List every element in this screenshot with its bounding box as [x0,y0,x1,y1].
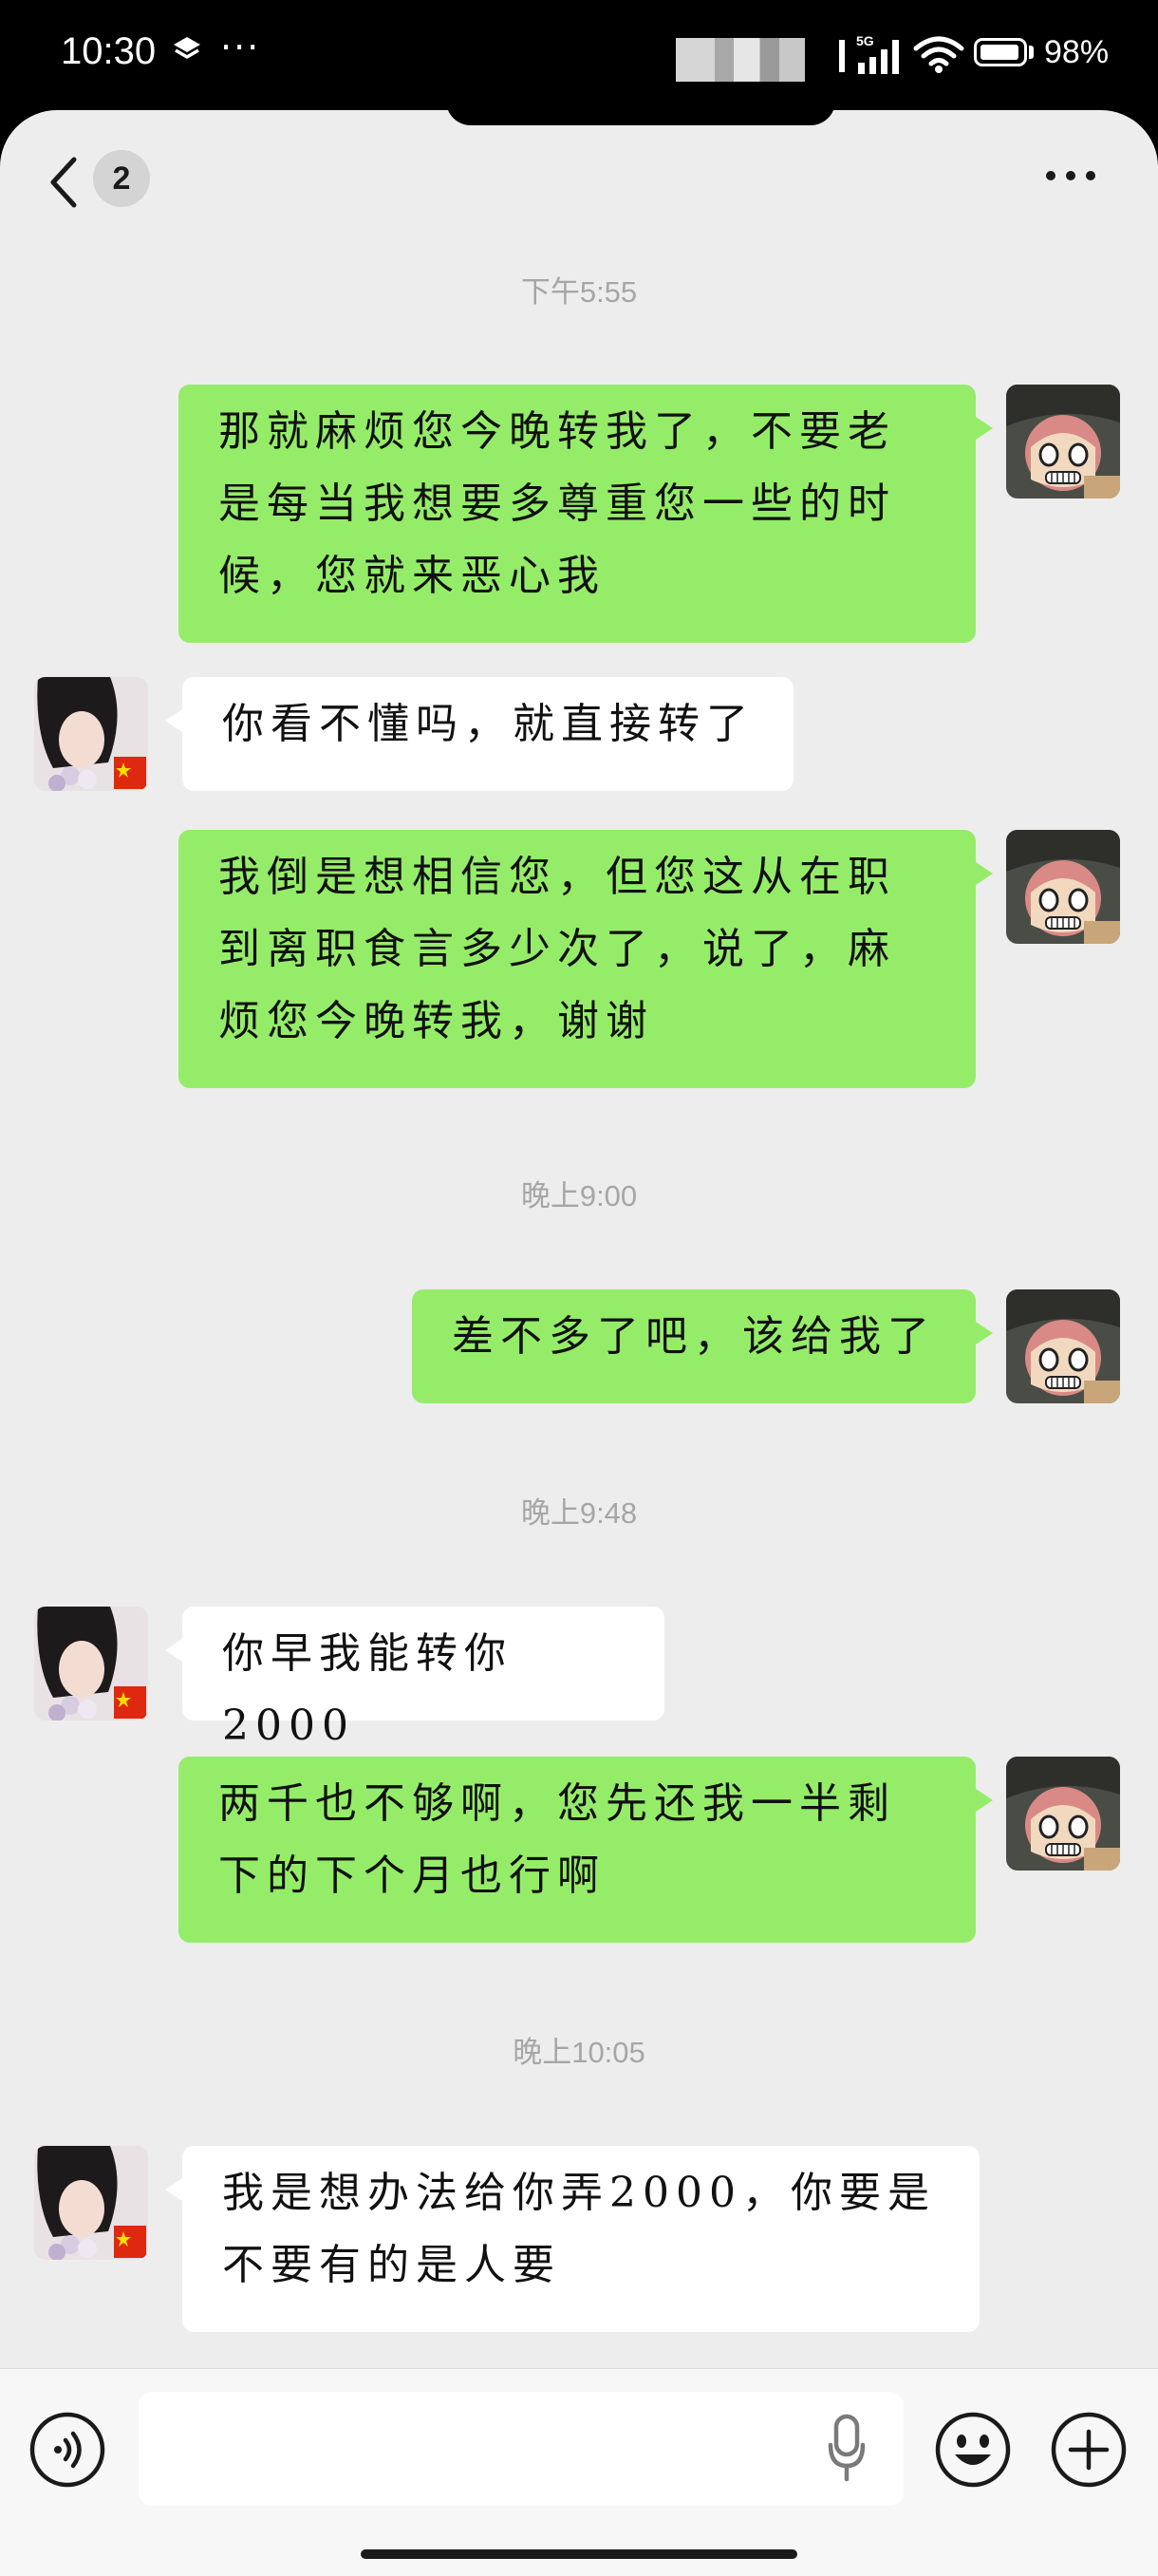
more-notifications-icon: ··· [220,27,261,68]
contact-avatar[interactable] [34,677,148,791]
signal-5g-icon: 5G [856,33,899,74]
contact-avatar[interactable] [34,2146,148,2260]
signal-icon [839,40,845,72]
timestamp: 晚上10:05 [513,2036,645,2069]
sent-message-bubble[interactable]: 差不多了吧，该给我了 [412,1289,993,1403]
my-avatar[interactable] [1006,385,1120,498]
layers-icon [174,37,200,59]
home-indicator[interactable] [361,2549,797,2559]
chat-header: 2 [0,110,1158,251]
sent-message-bubble[interactable]: 我倒是想相信您，但您这从在职到离职食言多少次了，说了，麻烦您今晚转我，谢谢 [178,830,993,1088]
timestamp: 晚上9:00 [520,1179,638,1213]
unread-count-badge[interactable]: 2 [93,150,150,207]
cartoon-avatar-icon [1006,1757,1120,1871]
cartoon-avatar-icon [1006,1289,1120,1403]
received-message-bubble[interactable]: 你早我能转你2000 [165,1607,664,1750]
microphone-icon[interactable] [828,2413,866,2485]
received-message-bubble[interactable]: 你看不懂吗，就直接转了 [165,677,794,791]
contact-photo-icon [34,2146,148,2260]
more-options-icon[interactable] [1044,169,1097,182]
my-avatar[interactable] [1006,1757,1120,1871]
voice-mode-icon[interactable] [28,2411,106,2489]
back-chevron-icon[interactable] [44,152,91,213]
cartoon-avatar-icon [1006,830,1120,944]
plus-icon[interactable] [1050,2411,1128,2489]
my-avatar[interactable] [1006,830,1120,944]
message-input-bar [0,2368,1158,2576]
my-avatar[interactable] [1006,1289,1120,1403]
status-time: 10:30 [61,30,157,72]
timestamp: 晚上9:48 [520,1496,638,1530]
wifi-icon [913,36,964,73]
battery-percent: 98% [1044,34,1110,70]
blurred-status-area [676,38,805,82]
contact-photo-icon [34,677,148,791]
network-type-label: 5G [856,33,874,48]
contact-avatar[interactable] [34,1607,148,1720]
emoji-icon[interactable] [934,2411,1012,2489]
received-message-bubble[interactable]: 我是想办法给你弄2000，你要是不要有的是人要 [165,2146,980,2332]
battery-icon [974,38,1027,66]
message-input[interactable] [139,2392,904,2506]
status-bar: 10:30 ··· 5G 98% [0,0,1158,114]
contact-photo-icon [34,1607,148,1720]
sent-message-bubble[interactable]: 那就麻烦您今晚转我了，不要老是每当我想要多尊重您一些的时候，您就来恶心我 [178,385,993,643]
battery-tip [1029,46,1034,59]
cartoon-avatar-icon [1006,385,1120,498]
sent-message-bubble[interactable]: 两千也不够啊，您先还我一半剩下的下个月也行啊 [178,1757,993,1943]
camera-notch [446,101,835,125]
timestamp: 下午5:55 [520,275,638,309]
chat-window: 2 下午5:55 那就麻烦您今晚转我了，不要老是每当我想要多尊重您一些的时候，您… [0,110,1158,2575]
